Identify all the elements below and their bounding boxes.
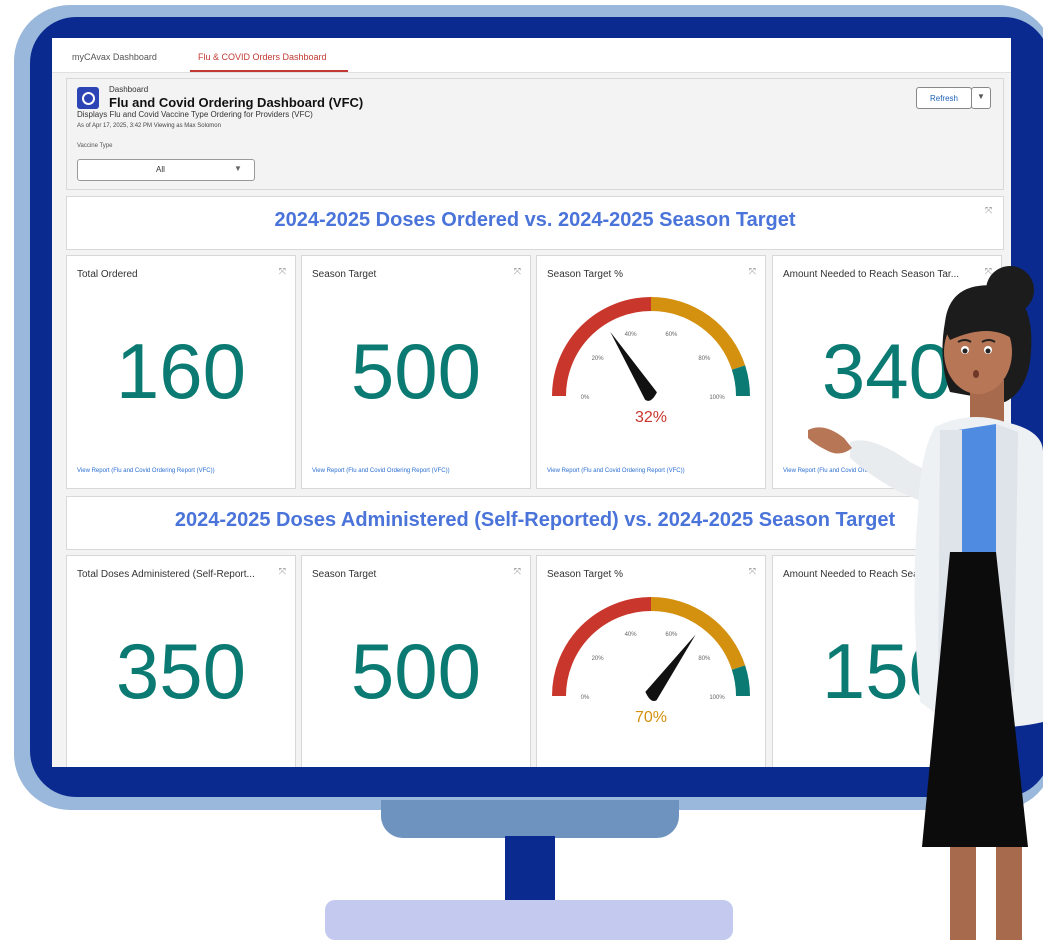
gauge-chart: 0% 20% 40% 60% 80% 100% 70% [552,597,750,726]
card-total-administered: Total Doses Administered (Self-Report...… [66,555,296,767]
page-subtitle: Displays Flu and Covid Vaccine Type Orde… [77,110,313,119]
refresh-button[interactable]: Refresh [916,87,972,109]
expand-icon[interactable]: ⤧ [279,566,286,577]
dashboard-header: Dashboard Flu and Covid Ordering Dashboa… [66,78,1004,190]
gauge-tick-label: 40% [625,332,638,338]
card-season-target-percent-2: Season Target % ⤧ 0% 20% 40% 60% 80% 100% 70% [536,555,766,767]
gauge-tick-label: 100% [709,695,725,701]
gauge-needle [610,331,657,401]
gauge-tick-label: 100% [709,395,725,401]
tab-bar: myCAvax Dashboard Flu & COVID Orders Das… [52,38,1011,73]
gauge-band-teal [731,365,750,397]
expand-icon[interactable]: ⤧ [279,266,286,277]
view-report-link[interactable]: View Report (Flu and Covid Ordering Repo… [312,468,450,474]
tab-flu-covid-orders[interactable]: Flu & COVID Orders Dashboard [198,52,327,62]
metric-value: 350 [115,627,247,715]
refresh-menu-button[interactable]: ▼ [971,87,991,109]
monitor-stand-neck [381,800,679,838]
gauge-chart: 0% 20% 40% 60% 80% 100% 32% [552,297,750,426]
metric-value: 500 [350,327,482,415]
gauge-value-label: 70% [635,709,667,726]
card-total-ordered: Total Ordered ⤧ 160 View Report (Flu and… [66,255,296,489]
tab-mycavax-dashboard[interactable]: myCAvax Dashboard [72,52,157,62]
expand-icon[interactable]: ⤧ [985,205,992,216]
card-title: Season Target [312,569,377,580]
gauge-band-teal [731,665,750,697]
gauge-tick-label: 0% [581,695,590,701]
gauge-tick-label: 0% [581,395,590,401]
gauge-tick-label: 80% [698,656,711,662]
card-title: Total Doses Administered (Self-Report... [77,569,255,580]
view-report-link[interactable]: View Report (Flu and Covid Ordering Repo… [77,468,215,474]
monitor-stand-post [505,836,555,902]
as-of-text: As of Apr 17, 2025, 3:42 PM Viewing as M… [77,123,221,129]
card-title: Season Target [312,269,377,280]
dashboard-icon [77,87,99,109]
gauge-tick-label: 20% [592,356,605,362]
monitor-stand-base [325,900,733,940]
gauge-band-orange [650,297,746,370]
metric-value: 160 [115,327,247,415]
vaccine-type-label: Vaccine Type [77,143,113,149]
view-report-link[interactable]: View Report (Flu and Covid Ordering Repo… [547,468,685,474]
chevron-down-icon: ▼ [234,164,242,173]
chevron-down-icon: ▼ [977,92,985,101]
vaccine-type-select[interactable]: All ▼ [77,159,255,181]
card-season-target: Season Target ⤧ 500 View Report (Flu and… [301,255,531,489]
card-title: Total Ordered [77,269,138,280]
page-title: Flu and Covid Ordering Dashboard (VFC) [109,95,364,110]
gauge-tick-label: 60% [665,332,678,338]
gauge-needle [645,634,696,702]
refresh-label: Refresh [929,94,958,103]
expand-icon[interactable]: ⤧ [514,566,521,577]
active-tab-indicator [190,70,348,72]
card-season-target-2: Season Target ⤧ 500 [301,555,531,767]
card-season-target-percent: Season Target % ⤧ 0% 20% 40% 60% 80% 100% 32% … [536,255,766,489]
section-banner-ordered: 2024-2025 Doses Ordered vs. 2024-2025 Se… [66,196,1004,250]
metric-value: 500 [350,627,482,715]
gauge-tick-label: 60% [665,632,678,638]
gauge-value-label: 32% [635,409,667,426]
header-kicker: Dashboard [109,85,149,94]
section-title-ordered: 2024-2025 Doses Ordered vs. 2024-2025 Se… [274,209,796,231]
expand-icon[interactable]: ⤧ [514,266,521,277]
presenter-illustration [808,266,1043,940]
gauge-tick-label: 20% [592,656,605,662]
gauge-tick-label: 40% [625,632,638,638]
gauge-tick-label: 80% [698,356,711,362]
vaccine-type-value: All [156,165,165,174]
gauge-band-red [552,597,652,697]
